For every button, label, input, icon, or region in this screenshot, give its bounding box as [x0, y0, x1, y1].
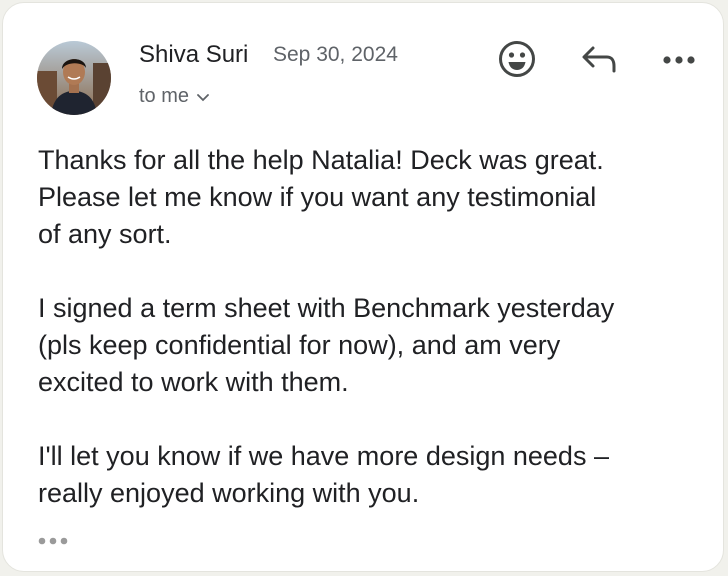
recipient-label: to me	[139, 85, 190, 107]
sender-avatar[interactable]	[37, 41, 111, 115]
body-paragraph: Thanks for all the help Natalia! Deck wa…	[38, 145, 604, 249]
avatar-photo	[37, 41, 111, 115]
more-horizontal-icon	[662, 52, 696, 70]
add-reaction-button[interactable]	[493, 37, 541, 85]
ellipsis-icon	[37, 533, 69, 551]
email-message-card: Shiva Suri Sep 30, 2024 to me Thanks for…	[2, 2, 724, 572]
body-paragraph: I signed a term sheet with Benchmark yes…	[38, 293, 615, 397]
sent-date: Sep 30, 2024	[273, 43, 398, 66]
show-trimmed-content-button[interactable]	[37, 531, 77, 553]
message-body: Thanks for all the help Natalia! Deck wa…	[38, 142, 708, 512]
reply-button[interactable]	[575, 37, 623, 85]
smiley-face-icon	[497, 39, 537, 84]
recipient-details-toggle[interactable]: to me	[139, 85, 209, 108]
sender-name[interactable]: Shiva Suri	[139, 41, 248, 69]
reply-arrow-icon	[579, 39, 619, 84]
more-options-button[interactable]	[655, 37, 703, 85]
body-paragraph: I'll let you know if we have more design…	[38, 441, 609, 508]
chevron-down-icon	[197, 85, 209, 108]
